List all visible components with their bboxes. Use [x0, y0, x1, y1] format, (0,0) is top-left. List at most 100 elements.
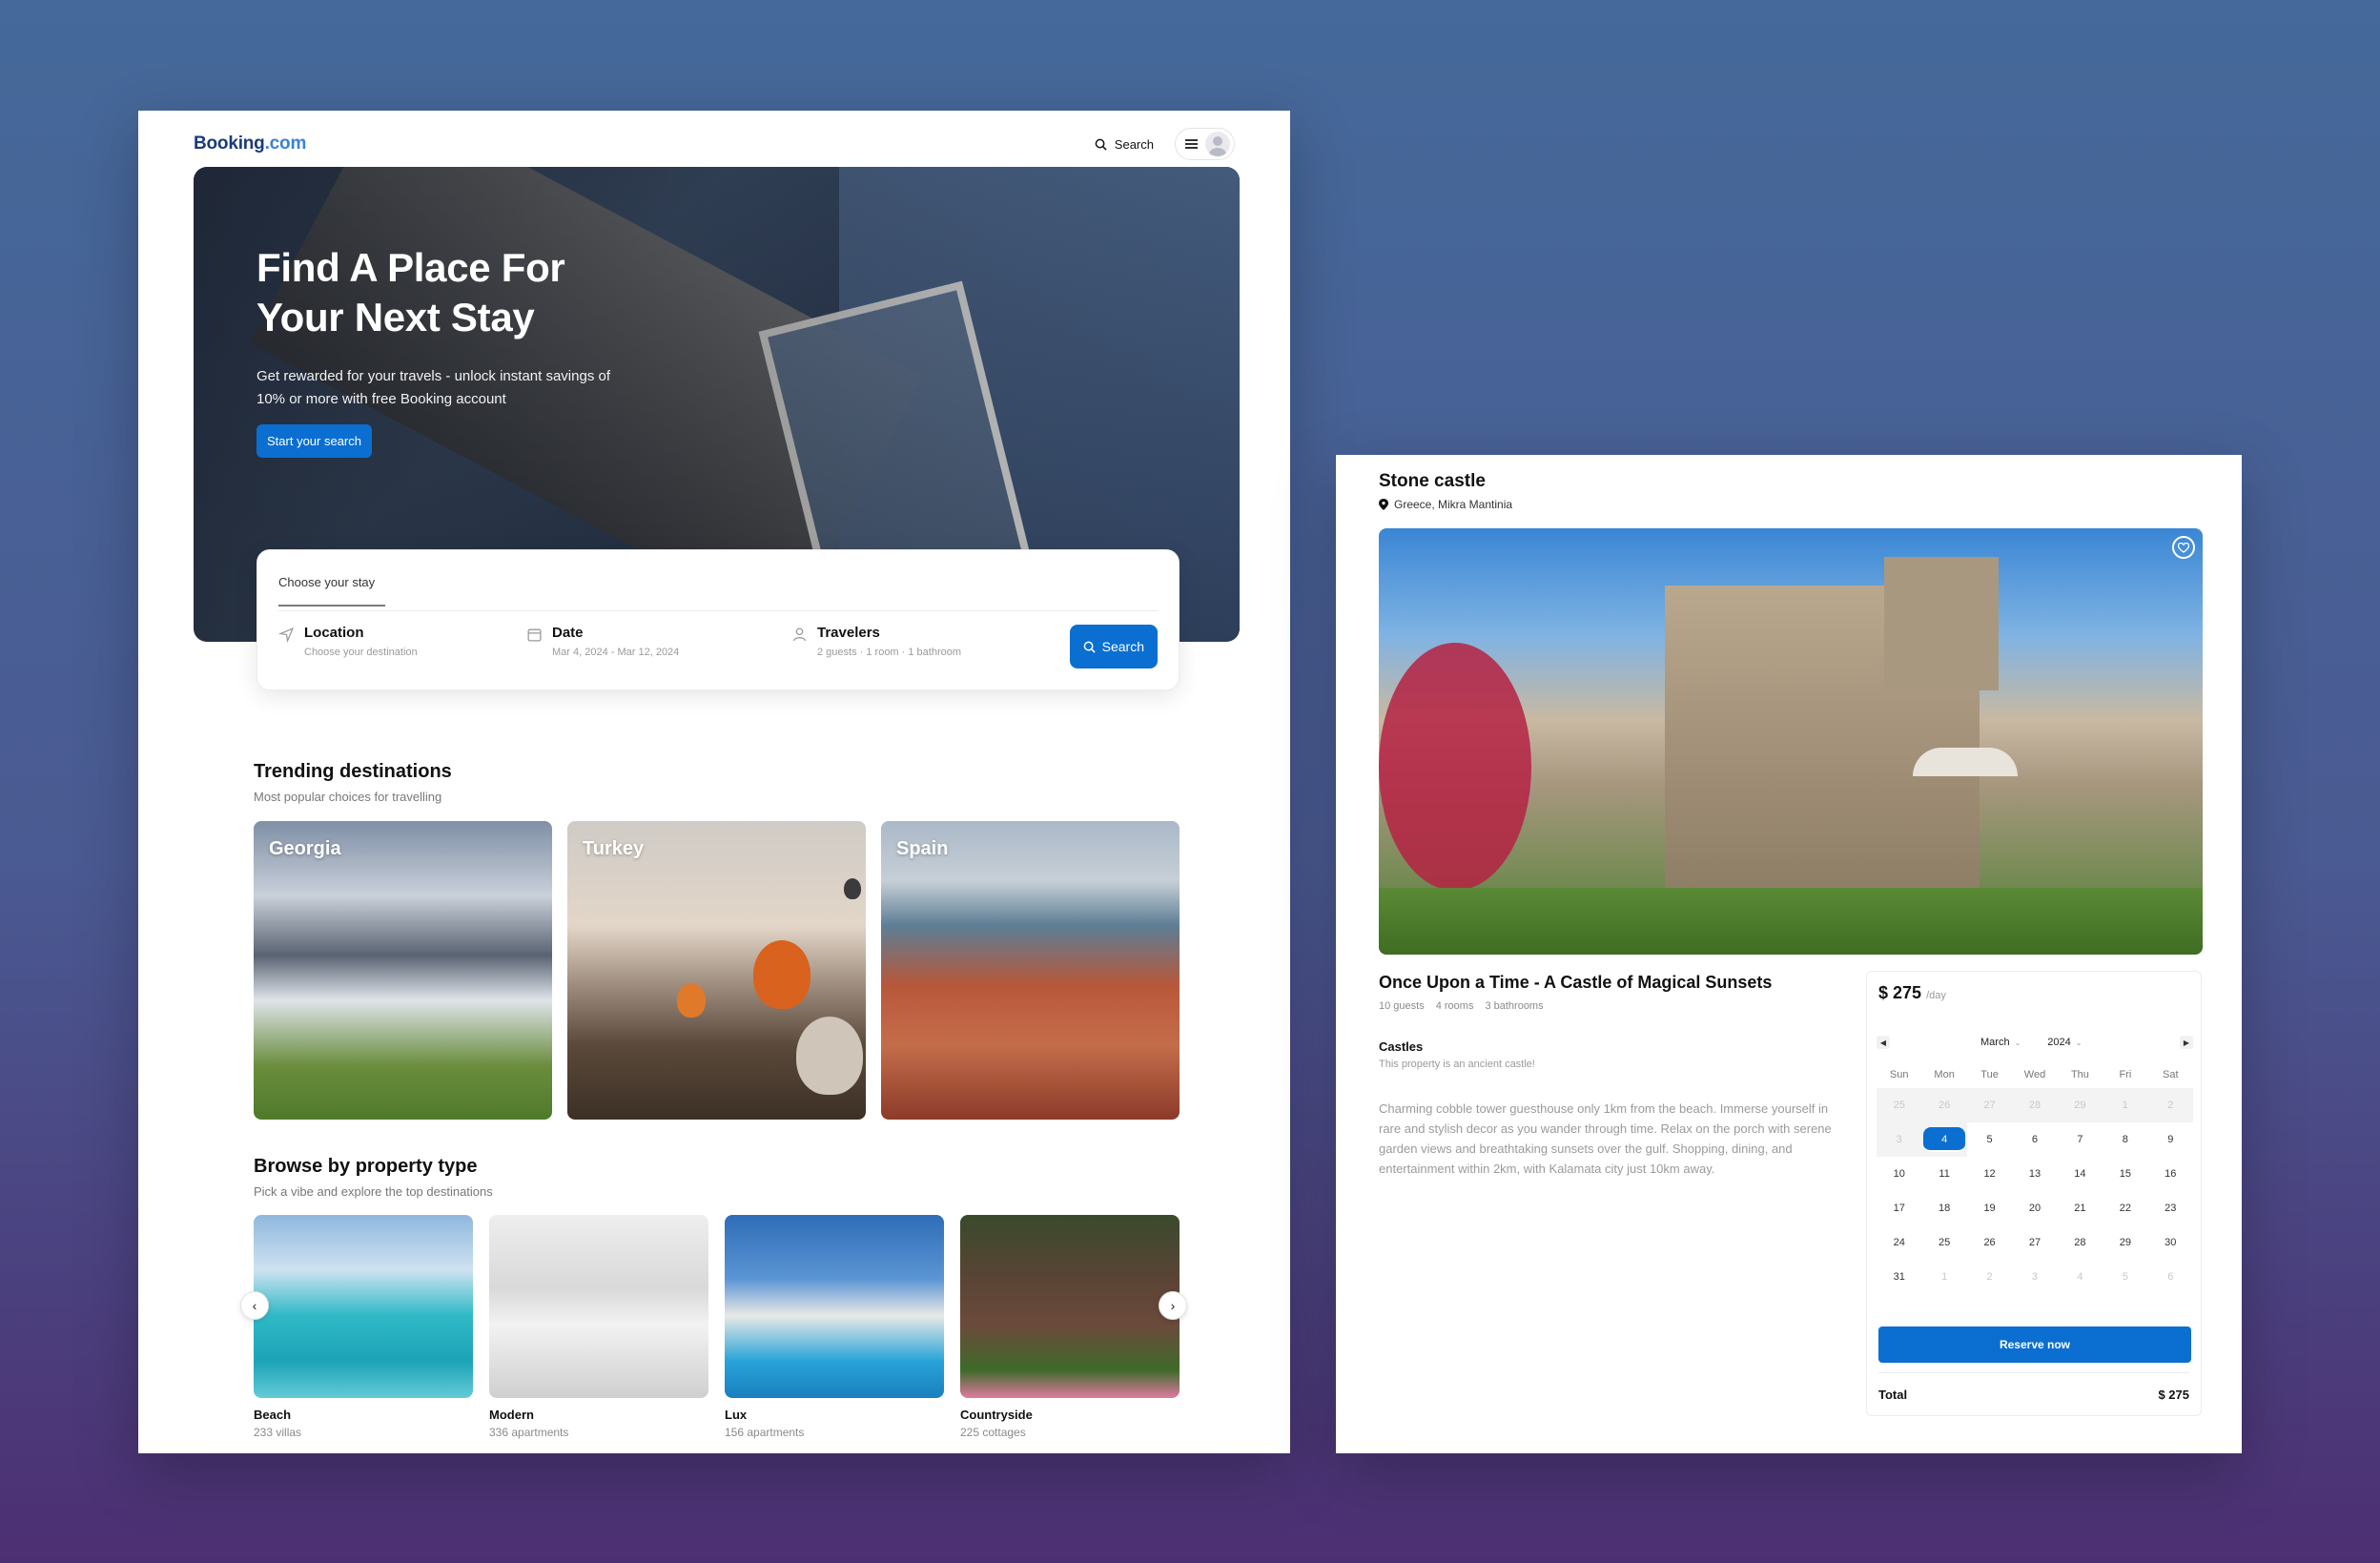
year-select[interactable]: 2024 ⌄ [2047, 1037, 2082, 1048]
weekday-label: Wed [2023, 1069, 2046, 1080]
calendar-day[interactable]: 18 [1921, 1191, 1966, 1225]
reserve-now-button[interactable]: Reserve now [1878, 1326, 2191, 1363]
calendar-day[interactable]: 5 [1967, 1122, 2012, 1157]
destination-card-georgia[interactable]: Georgia [254, 821, 552, 1120]
property-card-lux[interactable]: Lux 156 apartments [725, 1215, 944, 1439]
calendar-day[interactable]: 9 [2148, 1122, 2193, 1157]
calendar-day[interactable]: 17 [1877, 1191, 1921, 1225]
calendar-day: 3 [1877, 1122, 1922, 1157]
next-month-button[interactable]: ▶ [2180, 1036, 2193, 1049]
location-field[interactable]: Location Choose your destination [278, 625, 418, 658]
chevron-down-icon: ⌄ [2014, 1039, 2021, 1047]
destination-card-spain[interactable]: Spain [881, 821, 1180, 1120]
listing-detail-panel: Stone castle Greece, Mikra Mantinia Once… [1336, 455, 2242, 1453]
calendar-day[interactable]: 12 [1967, 1157, 2012, 1191]
calendar-day: 3 [2031, 1271, 2039, 1283]
property-image [725, 1215, 944, 1398]
calendar-day[interactable]: 7 [2058, 1122, 2103, 1157]
calendar-day[interactable]: 27 [2012, 1225, 2057, 1260]
booking-logo[interactable]: Booking.com [194, 134, 306, 154]
account-menu-button[interactable] [1175, 128, 1235, 160]
property-card-modern[interactable]: Modern 336 apartments [489, 1215, 708, 1439]
location-arrow-icon [278, 627, 295, 643]
weekday-label: Mon [1934, 1069, 1955, 1080]
heart-icon [2178, 542, 2189, 553]
calendar-day[interactable]: 25 [1921, 1225, 1966, 1260]
chevron-right-icon: ▶ [2183, 1038, 2190, 1047]
carousel-prev-button[interactable]: ‹ [240, 1291, 269, 1320]
trending-subtitle: Most popular choices for travelling [254, 790, 442, 804]
person-icon [793, 627, 806, 642]
calendar-day: 26 [1921, 1088, 1967, 1122]
favorite-button[interactable] [2172, 536, 2195, 559]
property-types-title: Browse by property type [254, 1156, 478, 1177]
travelers-field[interactable]: Travelers 2 guests · 1 room · 1 bathroom [791, 625, 961, 658]
month-select[interactable]: March ⌄ [1980, 1037, 2021, 1048]
property-image [489, 1215, 708, 1398]
search-icon [1095, 138, 1107, 151]
destination-name: Georgia [269, 838, 341, 859]
total-value: $ 275 [2158, 1388, 2189, 1402]
location-value: Choose your destination [304, 647, 418, 658]
calendar-day: 27 [1966, 1088, 2013, 1122]
property-name: Modern [489, 1408, 534, 1422]
travelers-value: 2 guests · 1 room · 1 bathroom [817, 647, 962, 658]
calendar-day[interactable]: 16 [2148, 1157, 2193, 1191]
calendar-grid: Sun Mon Tue Wed Thu Fri Sat 25 26 27 28 29 1 2 3 4 5 6 7 8 9… [1877, 1061, 2193, 1294]
calendar-day: 2 [1986, 1271, 1993, 1283]
calendar-day[interactable]: 6 [2012, 1122, 2057, 1157]
start-search-button[interactable]: Start your search [256, 424, 372, 458]
calendar-day[interactable]: 21 [2058, 1191, 2103, 1225]
calendar-day[interactable]: 11 [1921, 1157, 1966, 1191]
top-nav: Booking.com Search [194, 120, 1235, 168]
calendar-day[interactable]: 30 [2148, 1225, 2193, 1260]
calendar-day[interactable]: 10 [1877, 1157, 1921, 1191]
calendar-day[interactable]: 20 [2012, 1191, 2057, 1225]
nav-search-label: Search [1114, 136, 1154, 152]
calendar-day[interactable]: 14 [2058, 1157, 2103, 1191]
calendar-day[interactable]: 19 [1967, 1191, 2012, 1225]
calendar-day[interactable]: 26 [1967, 1225, 2012, 1260]
search-button[interactable]: Search [1069, 625, 1158, 668]
calendar-day[interactable]: 31 [1877, 1260, 1921, 1294]
price-per-day: $ 275 /day [1878, 983, 1946, 1002]
property-card-countryside[interactable]: Countryside 225 cottages [960, 1215, 1180, 1439]
calendar-day[interactable]: 22 [2103, 1191, 2147, 1225]
calendar-day[interactable]: 15 [2103, 1157, 2147, 1191]
calendar-day[interactable]: 23 [2148, 1191, 2193, 1225]
property-card-beach[interactable]: Beach 233 villas [254, 1215, 473, 1439]
search-icon [1083, 641, 1096, 653]
travelers-label: Travelers [817, 625, 880, 641]
calendar-day-selected[interactable]: 4 [1921, 1122, 1967, 1157]
calendar-day: 29 [2057, 1088, 2103, 1122]
calendar-day[interactable]: 8 [2103, 1122, 2147, 1157]
property-count: 156 apartments [725, 1426, 805, 1439]
location-label: Location [304, 625, 364, 641]
destination-card-turkey[interactable]: Turkey [567, 821, 866, 1120]
nav-search-button[interactable]: Search [1095, 137, 1154, 152]
calendar-day[interactable]: 13 [2012, 1157, 2057, 1191]
calendar-day: 28 [2012, 1088, 2058, 1122]
date-field[interactable]: Date Mar 4, 2024 - Mar 12, 2024 [526, 625, 679, 658]
property-name: Lux [725, 1408, 748, 1422]
menu-icon [1185, 139, 1198, 149]
carousel-next-button[interactable]: › [1159, 1291, 1187, 1320]
listing-description: Charming cobble tower guesthouse only 1k… [1379, 1101, 1832, 1176]
property-image [254, 1215, 473, 1398]
calendar-day[interactable]: 28 [2058, 1225, 2103, 1260]
date-label: Date [552, 625, 584, 641]
calendar-day[interactable]: 24 [1877, 1225, 1921, 1260]
property-image [960, 1215, 1180, 1398]
tab-choose-stay[interactable]: Choose your stay [278, 575, 386, 607]
search-panel: Choose your stay Location Choose your de… [256, 549, 1180, 690]
hero-subtitle: Get rewarded for your travels - unlock i… [256, 368, 611, 407]
calendar-day[interactable]: 29 [2103, 1225, 2147, 1260]
listing-photo [1379, 528, 2203, 955]
prev-month-button[interactable]: ◀ [1877, 1036, 1890, 1049]
date-value: Mar 4, 2024 - Mar 12, 2024 [552, 647, 680, 658]
search-button-label: Search [1101, 639, 1144, 654]
calendar-icon [527, 628, 542, 642]
chevron-down-icon: ⌄ [2075, 1039, 2082, 1047]
weekday-label: Thu [2070, 1069, 2089, 1080]
bathrooms-count: 3 bathrooms [1485, 1000, 1544, 1012]
